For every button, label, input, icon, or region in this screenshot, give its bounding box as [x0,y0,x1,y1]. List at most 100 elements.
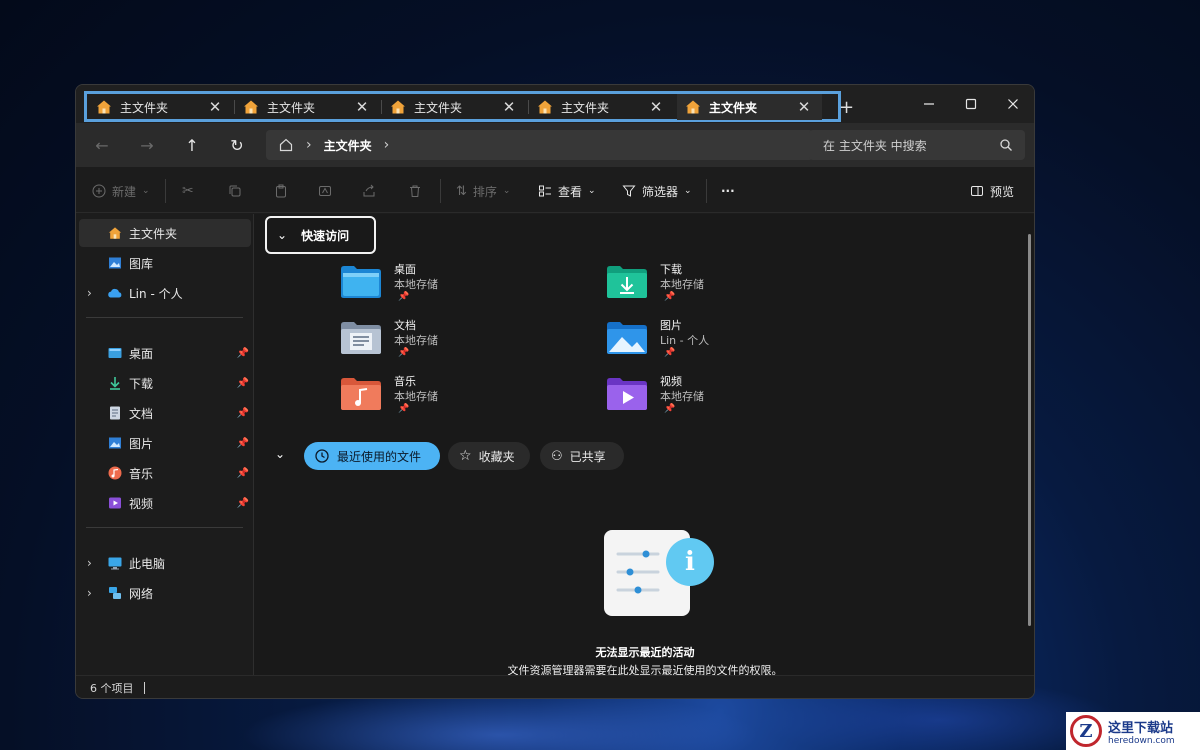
sidebar-item-downloads[interactable]: 下载 📌 [79,369,251,397]
sidebar-item-gallery[interactable]: 图库 [79,249,251,277]
vertical-scrollbar[interactable] [1028,234,1031,626]
quick-access-music[interactable]: 音乐 本地存储 📌 [340,373,590,421]
cut-button[interactable]: ✂ [182,181,194,201]
tab-home-1[interactable]: 主文件夹 ✕ [88,94,233,120]
new-tab-button[interactable]: + [839,97,854,118]
pin-icon[interactable]: 📌 [237,468,249,479]
videos-folder-icon [607,378,647,410]
item-location: Lin - 个人 [660,334,710,347]
up-button[interactable]: ↑ [178,133,206,157]
quick-access-header[interactable]: ⌄ 快速访问 [265,216,376,254]
pin-icon[interactable]: 📌 [237,408,249,419]
share-button[interactable] [362,181,376,201]
tab-home-4[interactable]: 主文件夹 ✕ [529,94,674,120]
chevron-down-icon: ⌄ [684,186,692,196]
new-button[interactable]: 新建 ⌄ [92,181,150,201]
close-tab-icon[interactable]: ✕ [646,98,666,116]
favorites-tab[interactable]: ☆ 收藏夹 [448,442,530,470]
command-bar: 新建 ⌄ ✂ ⇅ 排序 ⌄ 查看 ⌄ 筛选器 ⌄ ··· 预览 [76,169,1034,213]
home-icon [244,100,258,114]
paste-button[interactable] [274,181,288,201]
sidebar-item-videos[interactable]: 视频 📌 [79,489,251,517]
sort-button[interactable]: ⇅ 排序 ⌄ [456,181,510,201]
close-tab-icon[interactable]: ✕ [794,98,814,116]
minimize-button[interactable] [908,91,950,117]
close-tab-icon[interactable]: ✕ [499,98,519,116]
breadcrumb-home[interactable]: 主文件夹 [324,137,372,154]
desktop-folder-icon [341,266,381,298]
maximize-button[interactable] [950,91,992,117]
chevron-right-icon[interactable]: › [87,286,92,300]
sidebar-item-network[interactable]: › 网络 [79,579,251,607]
new-label: 新建 [112,184,137,199]
close-window-button[interactable] [992,91,1034,117]
delete-button[interactable] [408,181,422,201]
address-bar[interactable]: › 主文件夹 › [266,130,813,160]
search-placeholder: 在 主文件夹 中搜索 [823,138,927,153]
home-icon [391,100,405,114]
refresh-icon: ↻ [230,135,244,155]
quick-access-documents[interactable]: 文档 本地存储 📌 [340,317,590,365]
recent-files-tab[interactable]: 最近使用的文件 [304,442,440,470]
preview-pane-icon [971,186,983,196]
clipboard-icon [276,184,286,198]
content-pane: ⌄ 快速访问 桌面 本地存储 📌 下载 本地存储 📌 文档 本地存储 📌 图片 … [254,214,1034,677]
star-icon: ☆ [459,448,472,464]
chevron-right-icon[interactable]: › [87,586,92,600]
quick-access-videos[interactable]: 视频 本地存储 📌 [606,373,856,421]
sidebar-divider [86,527,243,528]
back-button[interactable]: ← [88,133,116,157]
empty-state-title: 无法显示最近的活动 [595,646,695,659]
document-icon [107,405,123,421]
shared-tab[interactable]: ⚇ 已共享 [540,442,624,470]
preview-button[interactable]: 预览 [970,181,1014,201]
more-options-button[interactable]: ··· [721,181,735,201]
quick-access-desktop[interactable]: 桌面 本地存储 📌 [340,261,590,309]
quick-access-pictures[interactable]: 图片 Lin - 个人 📌 [606,317,856,365]
sidebar-item-home[interactable]: 主文件夹 [79,219,251,247]
chevron-down-icon[interactable]: ⌄ [275,447,285,461]
chevron-down-icon: ⌄ [502,186,511,196]
sidebar-item-label: 桌面 [129,346,154,361]
item-location: 本地存储 [660,390,704,403]
tab-label: 主文件夹 [267,100,316,115]
search-input[interactable]: 在 主文件夹 中搜索 [809,130,1025,160]
quick-access-downloads[interactable]: 下载 本地存储 📌 [606,261,856,309]
filter-icon [622,185,636,197]
video-icon [107,495,123,511]
chevron-right-icon[interactable]: › [87,556,92,570]
sidebar-item-label: 此电脑 [129,556,166,571]
music-icon [107,465,123,481]
tab-home-active[interactable]: 主文件夹 ✕ [677,94,822,120]
forward-button[interactable]: → [133,133,161,157]
sidebar-item-desktop[interactable]: 桌面 📌 [79,339,251,367]
refresh-button[interactable]: ↻ [223,133,251,157]
chevron-down-icon: ⌄ [277,228,288,242]
tab-home-2[interactable]: 主文件夹 ✕ [235,94,380,120]
pin-icon[interactable]: 📌 [237,378,249,389]
sidebar-item-this-pc[interactable]: › 此电脑 [79,549,251,577]
breadcrumb-chevron-icon[interactable]: › [384,137,390,153]
sidebar-item-documents[interactable]: 文档 📌 [79,399,251,427]
home-icon [97,100,111,114]
tab-label: 主文件夹 [414,100,463,115]
rename-button[interactable] [318,181,332,201]
item-name: 音乐 [394,375,416,388]
pc-icon [107,555,123,571]
copy-button[interactable] [228,181,242,201]
item-name: 视频 [660,375,682,388]
tab-home-3[interactable]: 主文件夹 ✕ [382,94,527,120]
documents-folder-icon [341,322,381,354]
view-button[interactable]: 查看 ⌄ [538,181,596,201]
command-divider [165,179,166,203]
pin-icon[interactable]: 📌 [237,438,249,449]
filter-button[interactable]: 筛选器 ⌄ [622,181,692,201]
pin-icon[interactable]: 📌 [237,348,249,359]
close-tab-icon[interactable]: ✕ [205,98,225,116]
sidebar-item-pictures[interactable]: 图片 📌 [79,429,251,457]
pin-icon[interactable]: 📌 [237,498,249,509]
sidebar-item-music[interactable]: 音乐 📌 [79,459,251,487]
close-tab-icon[interactable]: ✕ [352,98,372,116]
preview-label: 预览 [990,184,1015,199]
sidebar-item-onedrive[interactable]: › Lin - 个人 [79,279,251,307]
